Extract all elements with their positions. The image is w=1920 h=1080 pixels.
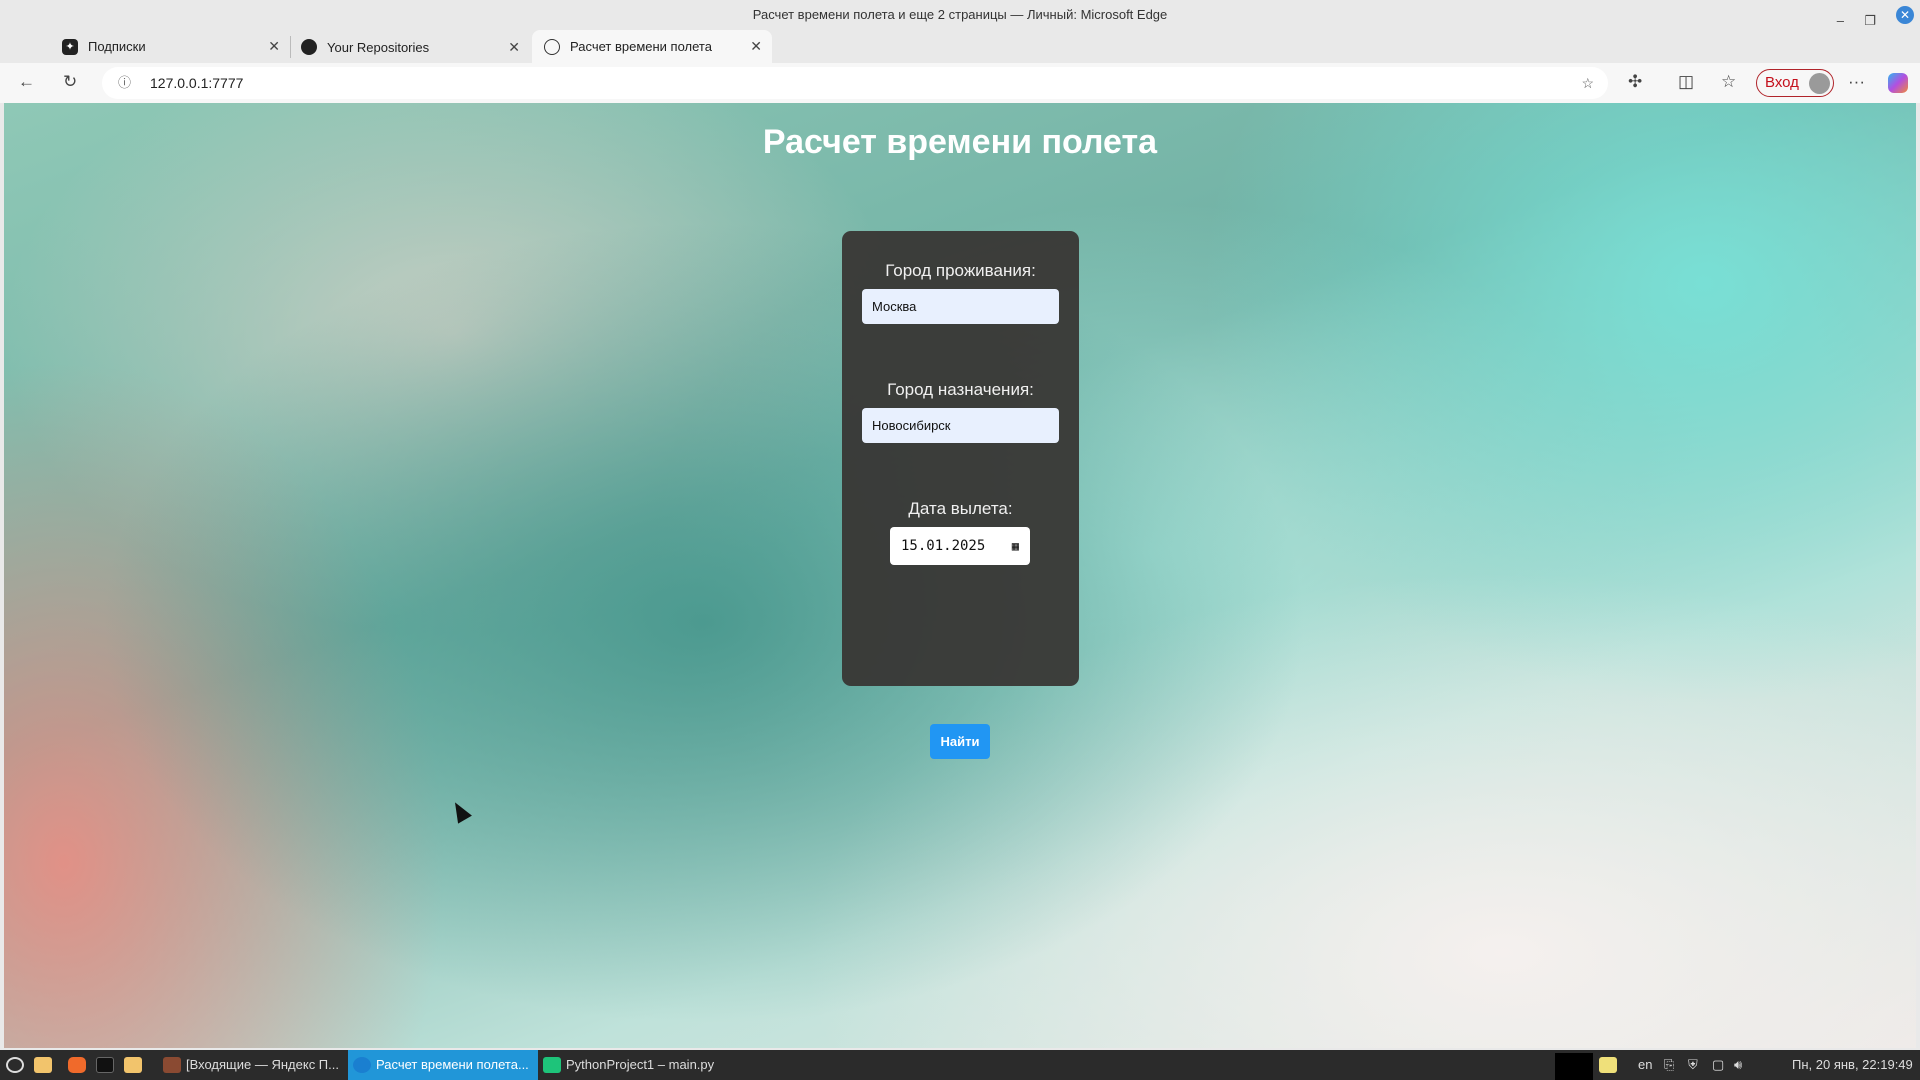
github-icon bbox=[301, 39, 317, 55]
folder-icon[interactable] bbox=[34, 1057, 52, 1073]
window-icon[interactable]: ▢ bbox=[1712, 1050, 1724, 1080]
favorite-star-icon[interactable]: ☆ bbox=[1581, 67, 1594, 99]
tab-subscriptions[interactable]: ✦ Подписки ✕ bbox=[50, 30, 290, 63]
taskbar-app-pycharm[interactable]: PythonProject1 – main.py bbox=[538, 1050, 738, 1080]
mouse-cursor bbox=[448, 798, 472, 824]
avatar bbox=[1809, 73, 1830, 94]
search-button[interactable]: Найти bbox=[930, 724, 990, 759]
taskbar-app-label: Расчет времени полета... bbox=[376, 1057, 529, 1072]
info-icon[interactable]: ⓘ bbox=[118, 67, 131, 99]
tab-flight-time[interactable]: Расчет времени полета ✕ bbox=[532, 30, 772, 63]
copilot-icon[interactable] bbox=[1888, 73, 1908, 93]
keyboard-layout[interactable]: en bbox=[1638, 1050, 1652, 1080]
browser-toolbar: ← ↻ ⓘ 127.0.0.1:7777 ☆ ✣ ◫ ☆ Вход ··· bbox=[0, 63, 1920, 103]
extensions-icon[interactable]: ✣ bbox=[1628, 72, 1642, 92]
close-tab-icon[interactable]: ✕ bbox=[268, 38, 280, 55]
taskbar-app-mail[interactable]: [Входящие — Яндекс П... bbox=[158, 1050, 348, 1080]
app-icon bbox=[163, 1057, 181, 1073]
address-bar[interactable]: ⓘ 127.0.0.1:7777 ☆ bbox=[102, 67, 1608, 99]
clipboard-icon[interactable]: ⎘ bbox=[1664, 1050, 1674, 1080]
window-title: Расчет времени полета и еще 2 страницы —… bbox=[752, 7, 1168, 22]
origin-label: Город проживания: bbox=[885, 261, 1036, 280]
terminal-icon[interactable] bbox=[96, 1057, 114, 1073]
destination-city-input[interactable]: Новосибирск bbox=[862, 408, 1059, 443]
tab-label: Расчет времени полета bbox=[570, 39, 712, 54]
taskbar-app-label: [Входящие — Яндекс П... bbox=[186, 1057, 339, 1072]
refresh-icon[interactable]: ↻ bbox=[63, 72, 77, 92]
taskbar-app-label: PythonProject1 – main.py bbox=[566, 1057, 715, 1072]
tab-strip: ✦ Подписки ✕ Your Repositories ✕ Расчет … bbox=[0, 30, 1920, 86]
clock[interactable]: Пн, 20 янв, 22:19:49 bbox=[1792, 1050, 1913, 1080]
more-menu-icon[interactable]: ··· bbox=[1848, 72, 1865, 92]
back-icon[interactable]: ← bbox=[18, 72, 35, 92]
network-icon[interactable] bbox=[1599, 1057, 1617, 1073]
tab-label: Your Repositories bbox=[327, 39, 430, 55]
window-titlebar: Расчет времени полета и еще 2 страницы —… bbox=[0, 0, 1920, 30]
close-window-button[interactable]: ✕ bbox=[1896, 6, 1914, 24]
system-monitor bbox=[1555, 1053, 1593, 1080]
edge-icon bbox=[353, 1057, 371, 1073]
date-value: 15.01.2025 bbox=[901, 538, 986, 554]
firefox-icon[interactable] bbox=[68, 1057, 86, 1073]
tab-repositories[interactable]: Your Repositories ✕ bbox=[290, 36, 530, 58]
shield-icon[interactable]: ⛨ bbox=[1688, 1050, 1698, 1080]
pycharm-icon bbox=[543, 1057, 561, 1073]
close-tab-icon[interactable]: ✕ bbox=[750, 38, 762, 55]
sign-in-button[interactable]: Вход bbox=[1756, 69, 1834, 97]
destination-label: Город назначения: bbox=[887, 380, 1034, 399]
menu-icon[interactable] bbox=[6, 1057, 24, 1073]
files-icon[interactable] bbox=[124, 1057, 142, 1073]
sparkle-icon: ✦ bbox=[62, 38, 78, 55]
close-tab-icon[interactable]: ✕ bbox=[508, 39, 520, 56]
tab-label: Подписки bbox=[88, 39, 146, 54]
origin-city-input[interactable]: Москва bbox=[862, 289, 1059, 324]
sign-in-label: Вход bbox=[1765, 74, 1799, 91]
split-screen-icon[interactable]: ◫ bbox=[1678, 72, 1694, 92]
search-form: Город проживания: Москва Город назначени… bbox=[842, 231, 1079, 759]
volume-icon[interactable]: 🔊︎ bbox=[1734, 1050, 1742, 1080]
calendar-icon[interactable]: ▦ bbox=[1012, 527, 1019, 565]
departure-date-input[interactable]: 15.01.2025 ▦ bbox=[890, 527, 1030, 565]
page-content: Расчет времени полета Город проживания: … bbox=[4, 103, 1916, 1048]
favorites-icon[interactable]: ☆ bbox=[1721, 72, 1736, 92]
departure-date-label: Дата вылета: bbox=[908, 499, 1013, 518]
page-title: Расчет времени полета bbox=[762, 123, 1158, 161]
taskbar-app-edge[interactable]: Расчет времени полета... bbox=[348, 1050, 538, 1080]
taskbar: [Входящие — Яндекс П... Расчет времени п… bbox=[0, 1050, 1920, 1080]
globe-icon bbox=[544, 38, 560, 55]
url-text: 127.0.0.1:7777 bbox=[150, 75, 244, 91]
